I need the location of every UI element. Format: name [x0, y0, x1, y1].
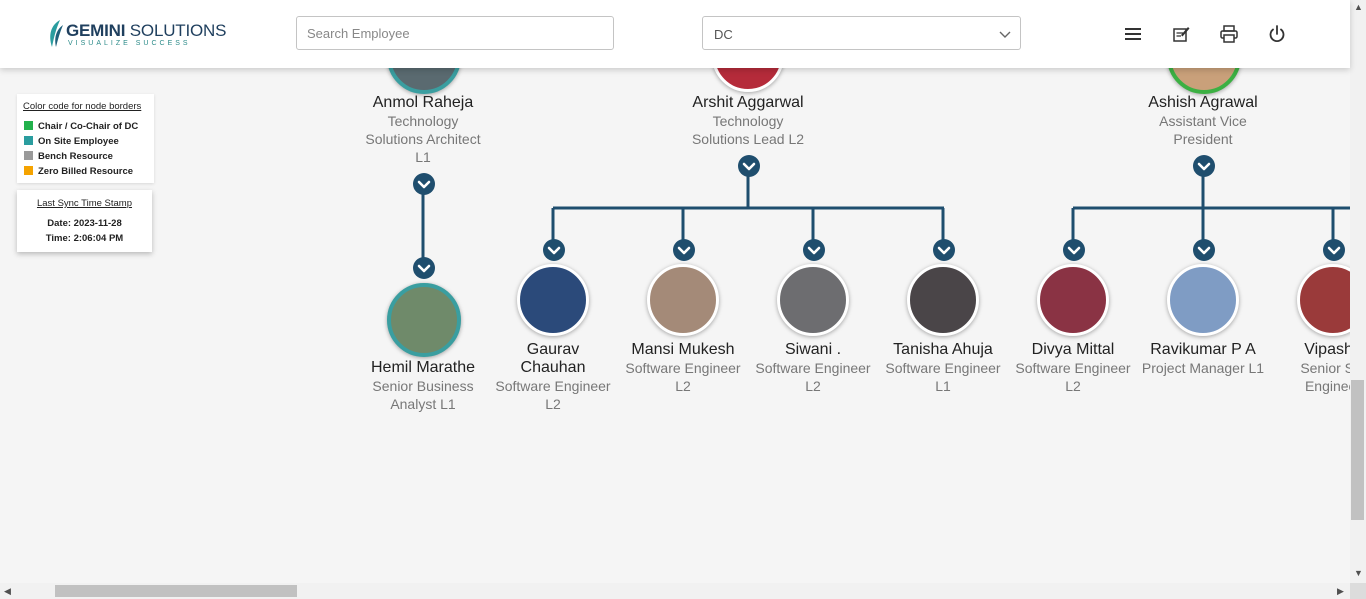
power-icon[interactable]	[1267, 24, 1287, 44]
selected-department: DC	[714, 27, 733, 42]
color-swatch	[24, 151, 33, 160]
search-employee-input[interactable]	[296, 16, 614, 50]
avatar[interactable]	[647, 264, 719, 336]
employee-name: Tanisha Ahuja	[893, 341, 993, 358]
logo-tagline: VISUALIZE SUCCESS	[68, 40, 191, 47]
scroll-up-arrow[interactable]: ▲	[1354, 2, 1363, 12]
org-node[interactable]: Hemil Marathe Senior Business Analyst L1	[353, 359, 493, 413]
sync-title: Last Sync Time Stamp	[36, 198, 133, 209]
employee-title: Senior Business Analyst L1	[372, 378, 474, 412]
org-node[interactable]: Divya Mittal Software Engineer L2	[1003, 341, 1143, 395]
avatar[interactable]	[907, 264, 979, 336]
employee-title: Project Manager L1	[1141, 360, 1265, 376]
org-node[interactable]: Ravikumar P A Project Manager L1	[1133, 341, 1273, 377]
color-swatch	[24, 136, 33, 145]
expand-toggle-icon[interactable]	[1323, 239, 1345, 261]
avatar[interactable]	[517, 264, 589, 336]
expand-toggle-icon[interactable]	[803, 239, 825, 261]
logo-wordmark: GEMINI SOLUTIONS	[66, 21, 227, 40]
legend-title: Color code for node borders	[23, 101, 142, 112]
top-header: GEMINI SOLUTIONS VISUALIZE SUCCESS DC	[0, 0, 1350, 68]
org-node[interactable]: Vipasha Senior Sof Engineer	[1263, 341, 1350, 395]
org-chart-canvas[interactable]: Anmol Raheja Technology Solutions Archit…	[0, 0, 1350, 583]
employee-title: Assistant Vice President	[1159, 113, 1247, 147]
horizontal-scroll-thumb[interactable]	[55, 585, 297, 597]
leaf-logo-icon	[50, 20, 63, 47]
employee-title: Software Engineer L2	[625, 360, 741, 394]
employee-title: Software Engineer L2	[1015, 360, 1131, 394]
note-edit-icon[interactable]	[1171, 24, 1191, 44]
expand-toggle-icon[interactable]	[673, 239, 695, 261]
scrollbar-corner	[1350, 583, 1366, 599]
menu-icon[interactable]	[1123, 24, 1143, 44]
employee-title: Software Engineer L1	[885, 360, 1001, 394]
avatar[interactable]	[1167, 264, 1239, 336]
collapse-toggle-icon[interactable]	[413, 173, 435, 195]
scroll-right-arrow[interactable]: ▶	[1337, 586, 1344, 597]
gemini-logo[interactable]: GEMINI SOLUTIONS VISUALIZE SUCCESS	[46, 17, 226, 53]
legend-item: Zero Billed Resource	[24, 166, 133, 177]
department-select[interactable]: DC	[702, 16, 1021, 50]
org-node[interactable]: Siwani . Software Engineer L2	[743, 341, 883, 395]
employee-title: Software Engineer L2	[755, 360, 871, 394]
expand-toggle-icon[interactable]	[933, 239, 955, 261]
scroll-down-arrow[interactable]: ▼	[1354, 568, 1363, 578]
org-node[interactable]: Ashish Agrawal Assistant Vice President	[1133, 94, 1273, 148]
employee-name: Ravikumar P A	[1150, 341, 1256, 358]
employee-title: Senior Sof Engineer	[1300, 360, 1350, 394]
collapse-toggle-icon[interactable]	[738, 155, 760, 177]
org-node[interactable]: Anmol Raheja Technology Solutions Archit…	[353, 94, 493, 166]
employee-name: Siwani .	[784, 341, 842, 358]
collapse-toggle-icon[interactable]	[1193, 155, 1215, 177]
employee-title: Software Engineer L2	[495, 378, 611, 412]
employee-name: Hemil Marathe	[370, 359, 476, 376]
org-node[interactable]: Arshit Aggarwal Technology Solutions Lea…	[678, 94, 818, 148]
org-node[interactable]: Mansi Mukesh Software Engineer L2	[613, 341, 753, 395]
legend-item: Chair / Co-Chair of DC	[24, 121, 138, 132]
sync-time: Time: 2:06:04 PM	[45, 233, 124, 244]
employee-title: Technology Solutions Architect L1	[365, 113, 481, 165]
employee-name: Vipasha	[1304, 341, 1350, 358]
expand-toggle-icon[interactable]	[543, 239, 565, 261]
expand-toggle-icon[interactable]	[1063, 239, 1085, 261]
employee-name: Ashish Agrawal	[1148, 94, 1258, 111]
color-swatch	[24, 166, 33, 175]
avatar[interactable]	[777, 264, 849, 336]
legend-item: On Site Employee	[24, 136, 119, 147]
vertical-scroll-thumb[interactable]	[1351, 380, 1364, 520]
legend-item: Bench Resource	[24, 151, 113, 162]
avatar[interactable]	[387, 283, 461, 357]
org-node[interactable]: Tanisha Ahuja Software Engineer L1	[873, 341, 1013, 395]
employee-name: Arshit Aggarwal	[692, 94, 804, 111]
employee-name: Anmol Raheja	[372, 94, 474, 111]
employee-title: Technology Solutions Lead L2	[691, 113, 805, 147]
expand-toggle-icon[interactable]	[1193, 239, 1215, 261]
expand-toggle-icon[interactable]	[413, 257, 435, 279]
scroll-left-arrow[interactable]: ◀	[4, 586, 11, 597]
avatar[interactable]	[1037, 264, 1109, 336]
employee-name: Gaurav Chauhan	[520, 341, 586, 376]
org-node[interactable]: Gaurav Chauhan Software Engineer L2	[483, 341, 623, 413]
employee-name: Divya Mittal	[1031, 341, 1115, 358]
color-swatch	[24, 121, 33, 130]
sync-timestamp-card: Last Sync Time Stamp Date: 2023-11-28 Ti…	[17, 190, 152, 252]
border-color-legend: Color code for node borders Chair / Co-C…	[17, 94, 154, 183]
employee-name: Mansi Mukesh	[631, 341, 735, 358]
chevron-down-icon	[999, 31, 1011, 38]
print-icon[interactable]	[1219, 24, 1239, 44]
sync-date: Date: 2023-11-28	[47, 218, 122, 229]
